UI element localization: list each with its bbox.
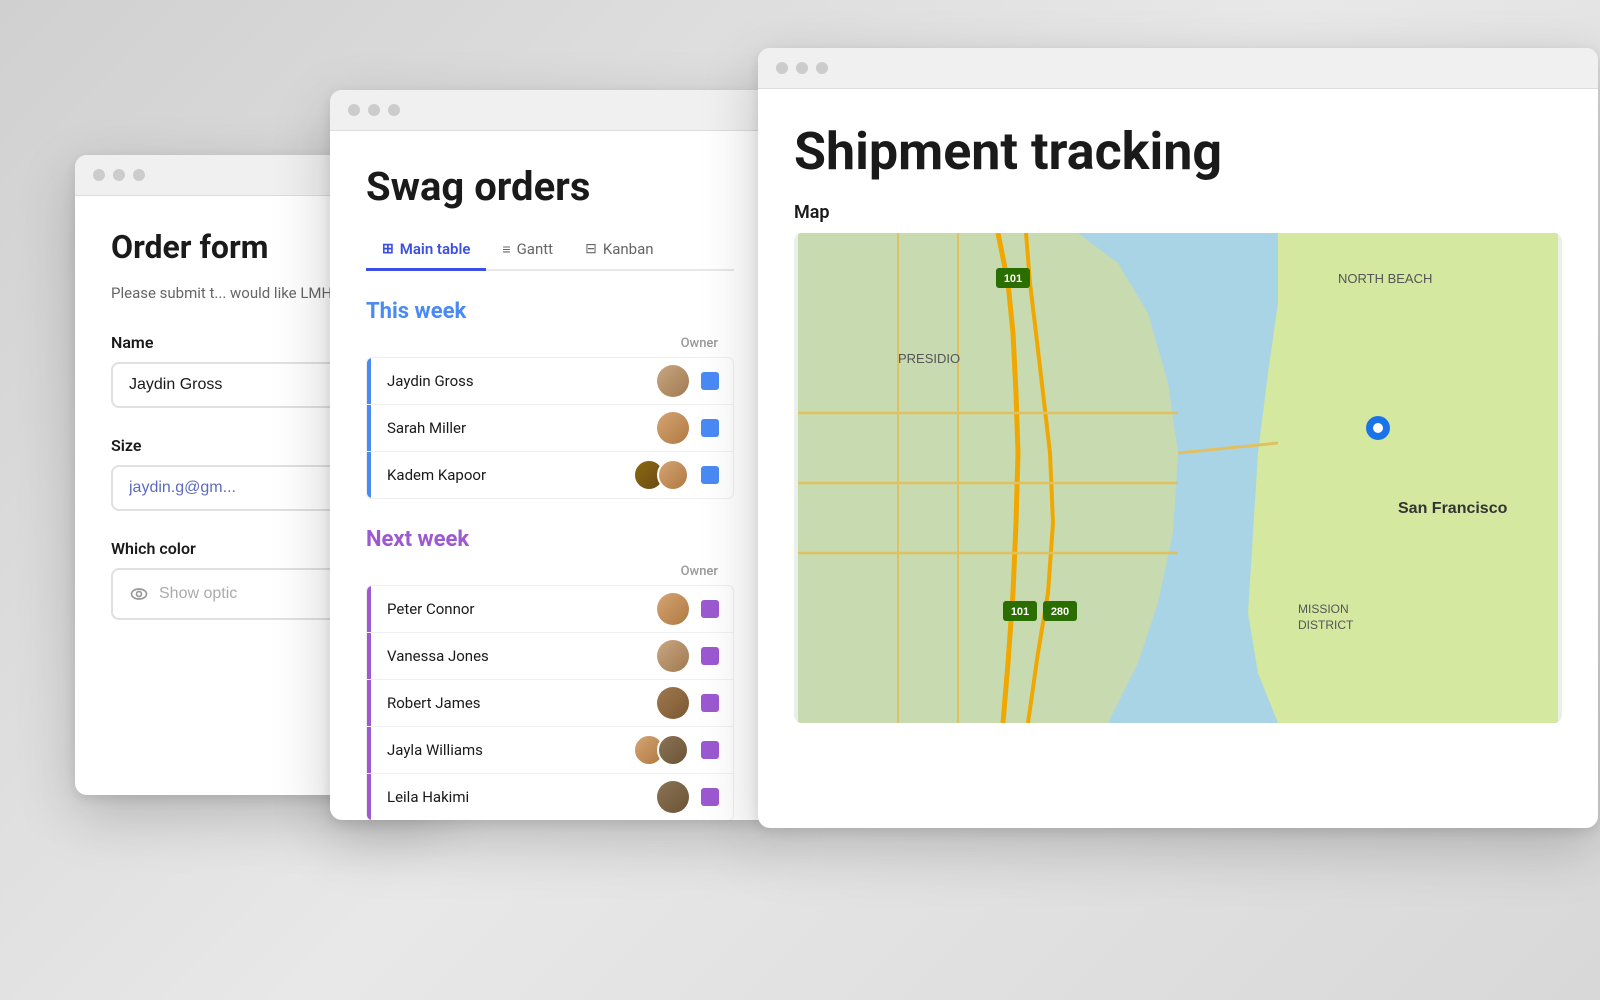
swag-orders-window: Swag orders ⊞ Main table ≡ Gantt ⊟ Kanba… [330,90,770,820]
row-name: Leila Hakimi [371,774,657,820]
table-row: Jayla Williams [367,727,733,774]
row-name: Kadem Kapoor [371,452,633,498]
tab-main-table-label: Main table [400,240,471,258]
show-options-label: Show optic [159,585,237,603]
avatar [657,593,689,625]
color-indicator [701,372,719,390]
row-name: Jaydin Gross [371,358,657,404]
tabs-container: ⊞ Main table ≡ Gantt ⊟ Kanban [366,230,734,271]
shipment-titlebar [758,48,1598,89]
table-row: Leila Hakimi [367,774,733,820]
tab-gantt[interactable]: ≡ Gantt [486,230,569,271]
eye-icon [129,584,149,604]
this-week-owner-col: Owner [681,336,718,351]
avatar [657,734,689,766]
color-indicator [701,466,719,484]
color-indicator [701,600,719,618]
table-row: Vanessa Jones [367,633,733,680]
table-row: Robert James [367,680,733,727]
avatar-group [633,734,689,766]
svg-text:PRESIDIO: PRESIDIO [898,351,960,366]
swag-titlebar [330,90,770,131]
shipment-dot-3 [816,62,828,74]
kanban-icon: ⊟ [585,241,597,257]
shipment-tracking-title: Shipment tracking [794,121,1562,182]
avatar [657,459,689,491]
shipment-dot-2 [796,62,808,74]
window-dot-1 [93,169,105,181]
svg-text:MISSION: MISSION [1298,602,1349,616]
shipment-dot-1 [776,62,788,74]
main-table-icon: ⊞ [382,241,394,257]
avatar [657,412,689,444]
avatar [657,365,689,397]
window-dot-3 [133,169,145,181]
color-indicator [701,788,719,806]
map-container[interactable]: San Francisco 101 101 280 NORTH BEACH PR… [794,233,1562,723]
row-name: Vanessa Jones [371,633,657,679]
next-week-owner-col: Owner [681,564,718,579]
swag-dot-1 [348,104,360,116]
svg-text:101: 101 [1011,606,1029,618]
svg-text:San Francisco: San Francisco [1398,500,1508,517]
background: Order form Please submit t... would like… [0,0,1600,1000]
next-week-header: Next week [366,527,734,552]
color-indicator [701,647,719,665]
swag-orders-title: Swag orders [366,163,734,210]
this-week-header: This week [366,299,734,324]
map-label: Map [794,202,1562,223]
svg-text:DISTRICT: DISTRICT [1298,618,1354,632]
svg-text:280: 280 [1051,606,1069,618]
svg-text:NORTH BEACH: NORTH BEACH [1338,271,1432,286]
avatar [657,687,689,719]
table-row: Peter Connor [367,586,733,633]
shipment-tracking-window: Shipment tracking Map [758,48,1598,828]
this-week-table: Jaydin Gross Sarah Miller Kadem Kapoor [366,357,734,499]
color-indicator [701,419,719,437]
tab-gantt-label: Gantt [517,240,553,258]
avatar [657,781,689,813]
table-row: Sarah Miller [367,405,733,452]
row-name: Jayla Williams [371,727,633,773]
avatar-group [633,459,689,491]
table-row: Kadem Kapoor [367,452,733,498]
next-week-table-header: Owner [366,564,734,585]
swag-dot-3 [388,104,400,116]
window-dot-2 [113,169,125,181]
swag-dot-2 [368,104,380,116]
map-svg: San Francisco 101 101 280 NORTH BEACH PR… [794,233,1562,723]
this-week-table-header: Owner [366,336,734,357]
tab-main-table[interactable]: ⊞ Main table [366,230,486,271]
next-week-table: Peter Connor Vanessa Jones Robert James [366,585,734,820]
gantt-icon: ≡ [502,241,510,258]
svg-text:101: 101 [1004,273,1022,285]
tab-kanban[interactable]: ⊟ Kanban [569,230,669,271]
tab-kanban-label: Kanban [603,240,654,258]
color-indicator [701,741,719,759]
row-name: Robert James [371,680,657,726]
row-name: Peter Connor [371,586,657,632]
avatar [657,640,689,672]
table-row: Jaydin Gross [367,358,733,405]
color-indicator [701,694,719,712]
row-name: Sarah Miller [371,405,657,451]
